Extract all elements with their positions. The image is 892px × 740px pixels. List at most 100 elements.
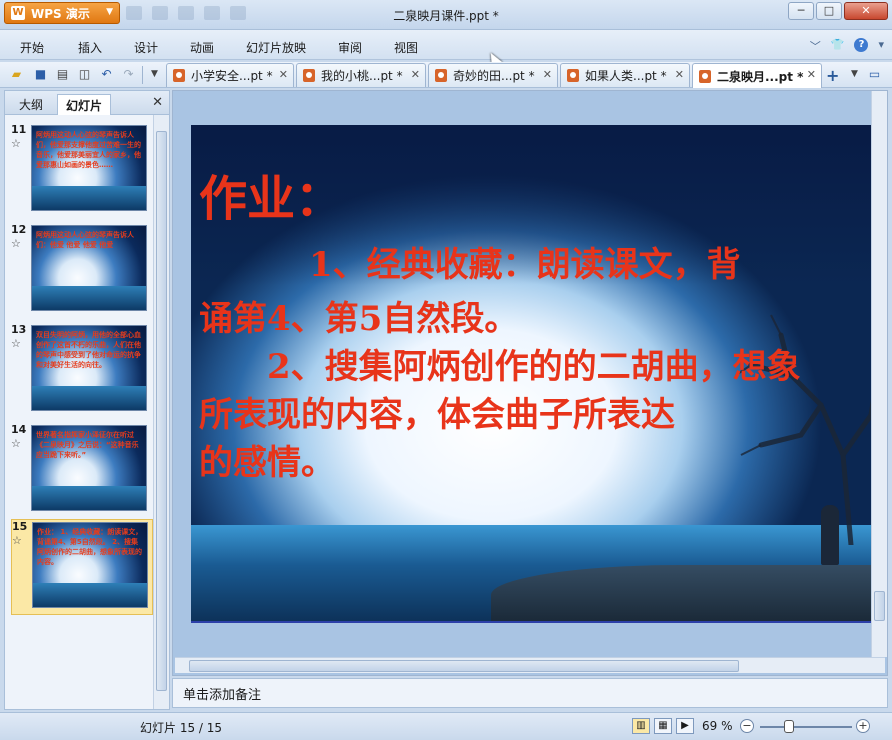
slide-number: 13 [11,323,27,336]
title-bar: W WPS 演示 ▼ 二泉映月课件.ppt * ─ □ ✕ [0,0,892,30]
menu-view[interactable]: 视图 [394,39,418,56]
slide-number: 12 [11,223,27,236]
normal-view-icon[interactable]: ▥ [632,718,650,734]
thumb-text: 阿炳用这动人心弦的琴声告诉人们：他爱 他爱 他爱 他爱 [36,231,134,249]
close-tab-icon[interactable]: ✕ [675,68,684,81]
slide-number: 11 [11,123,27,136]
slide-shore [491,565,871,621]
open-folder-icon[interactable]: ▰ [8,66,25,83]
menu-animation[interactable]: 动画 [190,39,214,56]
doc-tab-1[interactable]: 小学安全...pt * ✕ [166,63,294,87]
print-preview-icon[interactable]: ◫ [76,66,93,83]
slide-counter: 幻灯片 15 / 15 [140,721,223,735]
scrollbar-thumb[interactable] [156,131,167,691]
new-tab-plus-icon[interactable]: + [826,66,839,85]
status-bar: 幻灯片 15 / 15 ▥ ▦ ▶ 69 % − + [0,712,892,740]
maximize-button[interactable]: □ [816,2,842,20]
slide-horizontal-scrollbar[interactable] [175,657,885,673]
zoom-slider-track[interactable] [760,726,852,728]
menu-home[interactable]: 开始 [20,39,44,56]
doc-tab-label: 如果人类...pt * [585,69,667,83]
slide-line-3: 2、搜集阿炳创作的的二胡曲，想象 [267,347,801,387]
thumb-water [33,583,147,607]
thumbnail-image: 阿炳用这动人心弦的琴声告诉人们，他爱那支撑他度过苦难一生的音乐，他爱那美丽宜人的… [31,125,147,211]
slideshow-view-icon[interactable]: ▶ [676,718,694,734]
slide-thumbnail-panel: 大纲 幻灯片 ✕ 11 ☆ 阿炳用这动人心弦的琴声告诉人们，他爱那支撑他度过苦难… [4,90,170,710]
close-tab-icon[interactable]: ✕ [411,68,420,81]
undo-icon[interactable]: ↶ [98,66,115,83]
slide-thumbnail-11[interactable]: 11 ☆ 阿炳用这动人心弦的琴声告诉人们，他爱那支撑他度过苦难一生的音乐，他爱那… [11,123,153,215]
slide-thumbnail-12[interactable]: 12 ☆ 阿炳用这动人心弦的琴声告诉人们：他爱 他爱 他爱 他爱 [11,223,153,315]
slide-number: 14 [11,423,27,436]
slide-editing-area: 作业： 1、经典收藏：朗读课文，背 诵第4、第5自然段。 2、搜集阿炳创作的的二… [172,90,888,676]
ppt-file-icon [567,69,579,82]
thumb-water [32,286,146,310]
thumb-water [32,386,146,410]
doc-tab-4[interactable]: 如果人类...pt * ✕ [560,63,690,87]
save-icon[interactable]: ■ [32,66,49,83]
slide-line-4: 所表现的内容，体会曲子所表达 [199,395,675,435]
menu-slideshow[interactable]: 幻灯片放映 [246,39,306,56]
menu-right-icons: ﹀ 👕 ? ▾ [810,38,884,54]
ppt-file-icon [303,69,315,82]
menu-design[interactable]: 设计 [134,39,158,56]
help-icon[interactable]: ? [854,38,869,52]
ppt-file-icon [173,69,185,82]
chevron-down-icon[interactable]: ﹀ [810,38,821,54]
slide-heading: 作业： [199,171,344,227]
animation-star-icon: ☆ [11,337,21,350]
menu-bar: 开始 插入 设计 动画 幻灯片放映 审阅 视图 ﹀ 👕 ? ▾ [0,30,892,60]
tab-list-dropdown-icon[interactable]: ▼ [846,66,863,83]
thumbnail-image: 双目失明的阿炳，用他的全部心血创作了这首不朽的乐曲，人们在他的琴声中感受到了他对… [31,325,147,411]
menu-insert[interactable]: 插入 [78,39,102,56]
current-slide[interactable]: 作业： 1、经典收藏：朗读课文，背 诵第4、第5自然段。 2、搜集阿炳创作的的二… [191,125,871,623]
window-layout-icon[interactable]: ▭ [866,66,883,83]
close-button[interactable]: ✕ [844,2,888,20]
doc-tab-3[interactable]: 奇妙的田...pt * ✕ [428,63,558,87]
slide-thumbnail-14[interactable]: 14 ☆ 世界著名指挥家小泽征尔在听过《二泉映月》之后说：“这种音乐应当跪下来听… [11,423,153,515]
slide-thumbnail-13[interactable]: 13 ☆ 双目失明的阿炳，用他的全部心血创作了这首不朽的乐曲，人们在他的琴声中感… [11,323,153,415]
close-panel-icon[interactable]: ✕ [152,95,163,110]
thumbnail-scrollbar[interactable] [153,115,169,709]
slide-thumbnail-15-selected[interactable]: 15 ☆ 作业： 1、经典收藏：朗读课文，背诵第4、第5自然段。 2、搜集阿炳创… [11,519,153,615]
notes-pane[interactable]: 单击添加备注 [172,678,888,708]
doc-tab-5-active[interactable]: 二泉映月...pt * ✕ [692,63,822,88]
close-tab-icon[interactable]: ✕ [543,68,552,81]
close-tab-icon[interactable]: ✕ [279,68,288,81]
thumb-water [32,186,146,210]
slide-vertical-scrollbar[interactable] [871,91,887,657]
tab-slides[interactable]: 幻灯片 [57,94,112,115]
scrollbar-thumb[interactable] [874,591,885,621]
scrollbar-thumb[interactable] [189,660,739,672]
ppt-file-icon [699,69,711,83]
redo-icon[interactable]: ↷ [120,66,137,83]
notes-placeholder: 单击添加备注 [183,688,262,703]
chevron-down-icon[interactable]: ▾ [878,38,884,54]
slide-line-5: 的感情。 [199,443,335,483]
thumb-water [32,486,146,510]
print-icon[interactable]: ▤ [54,66,71,83]
minimize-button[interactable]: ─ [788,2,814,20]
animation-star-icon: ☆ [11,437,21,450]
panel-tabs: 大纲 幻灯片 ✕ [5,91,169,115]
doc-tab-2[interactable]: 我的小桃...pt * ✕ [296,63,426,87]
thumb-text: 双目失明的阿炳，用他的全部心血创作了这首不朽的乐曲，人们在他的琴声中感受到了他对… [36,331,141,369]
zoom-in-icon[interactable]: + [856,719,870,733]
zoom-level: 69 % [702,719,733,733]
ppt-file-icon [435,69,447,82]
doc-tab-label: 小学安全...pt * [191,69,273,83]
tab-outline[interactable]: 大纲 [11,94,51,115]
window-title: 二泉映月课件.ppt * [393,9,499,23]
animation-star-icon: ☆ [12,534,22,547]
menu-review[interactable]: 审阅 [338,39,362,56]
slide-sorter-view-icon[interactable]: ▦ [654,718,672,734]
zoom-out-icon[interactable]: − [740,719,754,733]
close-tab-icon[interactable]: ✕ [807,68,816,81]
toolbar-dropdown-icon[interactable]: ▼ [146,66,163,83]
zoom-slider-knob[interactable] [784,720,794,733]
window-controls: ─ □ ✕ [788,2,888,20]
thumb-text: 世界著名指挥家小泽征尔在听过《二泉映月》之后说：“这种音乐应当跪下来听。” [36,431,139,459]
doc-tab-label: 奇妙的田...pt * [453,69,535,83]
shirt-skin-icon[interactable]: 👕 [831,38,845,54]
animation-star-icon: ☆ [11,137,21,150]
